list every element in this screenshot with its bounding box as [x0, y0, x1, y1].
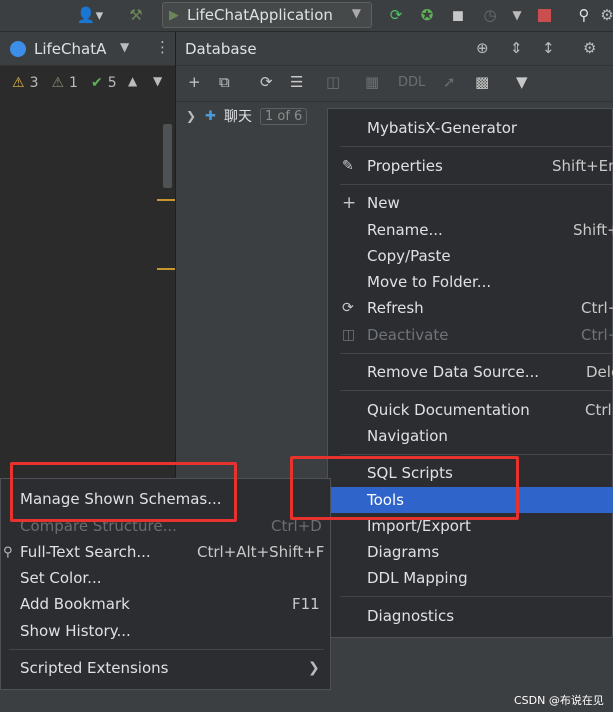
search-icon: ⚲ [3, 544, 13, 560]
profile-icon[interactable]: ◷ [478, 0, 502, 30]
project-icon [10, 40, 26, 57]
menu-item-properties[interactable]: ✎ Properties Shift+Enter [328, 153, 613, 179]
watermark-text: CSDN @布说在见 [514, 694, 604, 707]
rerun-icon[interactable]: ⟳ [384, 0, 408, 30]
schema-counter-badge[interactable]: 1 of 6 [259, 107, 308, 125]
inspection-widget[interactable]: ⚠ 3 ⚠ 1 ✔ 5 ▲ ▼ [0, 66, 175, 100]
datasource-label: 聊天 [223, 109, 252, 125]
menu-item-move-to-folder[interactable]: Move to Folder... [328, 269, 613, 295]
chevron-down-icon: ▼ [351, 6, 361, 20]
weak-warning-count: 1 [69, 75, 78, 91]
deactivate-icon: ◫ [342, 327, 356, 343]
user-icon[interactable]: 👤▾ [74, 0, 106, 30]
table-icon[interactable]: ▦ [365, 73, 379, 91]
run-configuration-select[interactable]: ▶ LifeChatApplication ▼ [162, 2, 372, 28]
schema-icon[interactable]: ☰ [290, 73, 303, 91]
submenu-item-show-history[interactable]: Show History... [1, 618, 332, 644]
error-stripe-marker[interactable] [157, 268, 175, 270]
menu-separator [340, 353, 613, 354]
target-icon[interactable]: ⊕ [476, 39, 489, 57]
menu-separator [9, 649, 324, 650]
menu-item-copy-paste[interactable]: Copy/Paste [328, 243, 613, 269]
chevron-down-icon[interactable]: ▼ [153, 74, 162, 88]
menu-separator [340, 390, 613, 391]
filter-icon[interactable]: ▼ [516, 73, 528, 91]
menu-separator [340, 146, 613, 147]
plus-icon: + [342, 193, 357, 213]
coverage-icon[interactable]: ◼ [446, 0, 470, 30]
hammer-icon[interactable]: ⚒ [124, 0, 148, 30]
main-toolbar: 👤▾ ⚒ ▶ LifeChatApplication ▼ ⟳ ✪ ◼ ◷ ▼ ⚲… [0, 0, 613, 32]
menu-separator [340, 454, 613, 455]
stop-icon[interactable] [533, 0, 555, 30]
database-panel-header: Database ⊕ ⇕ ↕ ⚙ [176, 32, 613, 66]
run-config-icon: ▶ [169, 7, 179, 23]
menu-item-navigation[interactable]: Navigation [328, 423, 613, 449]
disconnect-icon[interactable]: ◫ [326, 73, 340, 91]
jump-icon[interactable]: ➚ [443, 73, 456, 91]
ok-count: 5 [107, 75, 117, 91]
chevron-down-icon[interactable]: ▼ [120, 40, 129, 54]
add-icon[interactable]: + [188, 73, 201, 91]
more-icon[interactable]: ▼ [508, 0, 526, 30]
database-toolbar: + ⧉ ⟳ ☰ ◫ ▦ DDL ➚ ▩ ▼ [176, 66, 613, 102]
highlight-box-manage-schemas [10, 462, 237, 522]
menu-item-quick-documentation[interactable]: Quick Documentation Ctrl+Q [328, 397, 613, 423]
menu-item-diagnostics[interactable]: Diagnostics [328, 603, 613, 629]
chevron-up-icon[interactable]: ▲ [128, 74, 137, 88]
debug-icon[interactable]: ✪ [415, 0, 439, 30]
menu-item-deactivate: ◫ Deactivate Ctrl+F2 [342, 326, 613, 344]
query-console-icon[interactable]: ▩ [475, 73, 489, 91]
properties-icon: ✎ [342, 158, 354, 174]
ddl-button[interactable]: DDL [398, 75, 425, 90]
submenu-item-set-color[interactable]: Set Color... [1, 565, 332, 591]
gear-icon[interactable]: ⚙ [583, 39, 596, 57]
weak-warning-icon: ⚠ [51, 75, 65, 91]
settings-icon[interactable]: ⚙ [600, 0, 613, 30]
refresh-icon: ⟳ [342, 300, 354, 316]
mysql-datasource-icon: ✚ [205, 108, 216, 124]
menu-item-new[interactable]: + New [328, 190, 613, 216]
scrollbar-thumb[interactable] [163, 124, 172, 188]
submenu-item-scripted-extensions[interactable]: Scripted Extensions ❯ [1, 655, 332, 681]
menu-item-mybatisx-generator[interactable]: MybatisX-Generator [328, 115, 613, 141]
refresh-icon[interactable]: ⟳ [260, 73, 273, 91]
chevron-right-icon[interactable]: ❯ [186, 109, 196, 123]
database-panel-title: Database [185, 39, 257, 58]
search-icon[interactable]: ⚲ [572, 0, 596, 30]
menu-item-remove-data-source[interactable]: Remove Data Source... Delete [328, 359, 613, 385]
context-menu: MybatisX-Generator ✎ Properties Shift+En… [327, 108, 613, 638]
project-title[interactable]: LifeChatA [34, 40, 106, 58]
highlight-box-tools [290, 456, 519, 520]
warning-count: 3 [29, 75, 39, 91]
warning-icon: ⚠ [12, 75, 25, 91]
menu-item-ddl-mapping[interactable]: DDL Mapping [328, 565, 613, 591]
submenu-item-add-bookmark[interactable]: Add Bookmark F11 [1, 591, 332, 617]
menu-separator [340, 596, 613, 597]
error-stripe-marker[interactable] [157, 199, 175, 201]
menu-item-diagrams[interactable]: Diagrams [328, 539, 613, 565]
menu-item-refresh[interactable]: ⟳ Refresh Ctrl+F5 [328, 295, 613, 321]
menu-item-rename[interactable]: Rename... Shift+F6 [328, 217, 613, 243]
collapse-all-icon[interactable]: ↕ [542, 39, 555, 57]
chevron-right-icon: ❯ [308, 660, 320, 676]
check-icon: ✔ [90, 75, 103, 91]
project-panel-header: LifeChatA ▼ ⋮ [0, 32, 175, 66]
expand-all-icon[interactable]: ⇕ [510, 39, 523, 57]
more-options-icon[interactable]: ⋮ [155, 38, 170, 56]
tree-node-datasource[interactable]: ❯ ✚ 聊天 1 of 6 [176, 104, 336, 128]
run-configuration-label: LifeChatApplication [187, 6, 333, 24]
copy-icon[interactable]: ⧉ [219, 73, 230, 91]
submenu-item-full-text-search[interactable]: ⚲ Full-Text Search... Ctrl+Alt+Shift+F [1, 539, 332, 565]
menu-separator [340, 184, 613, 185]
